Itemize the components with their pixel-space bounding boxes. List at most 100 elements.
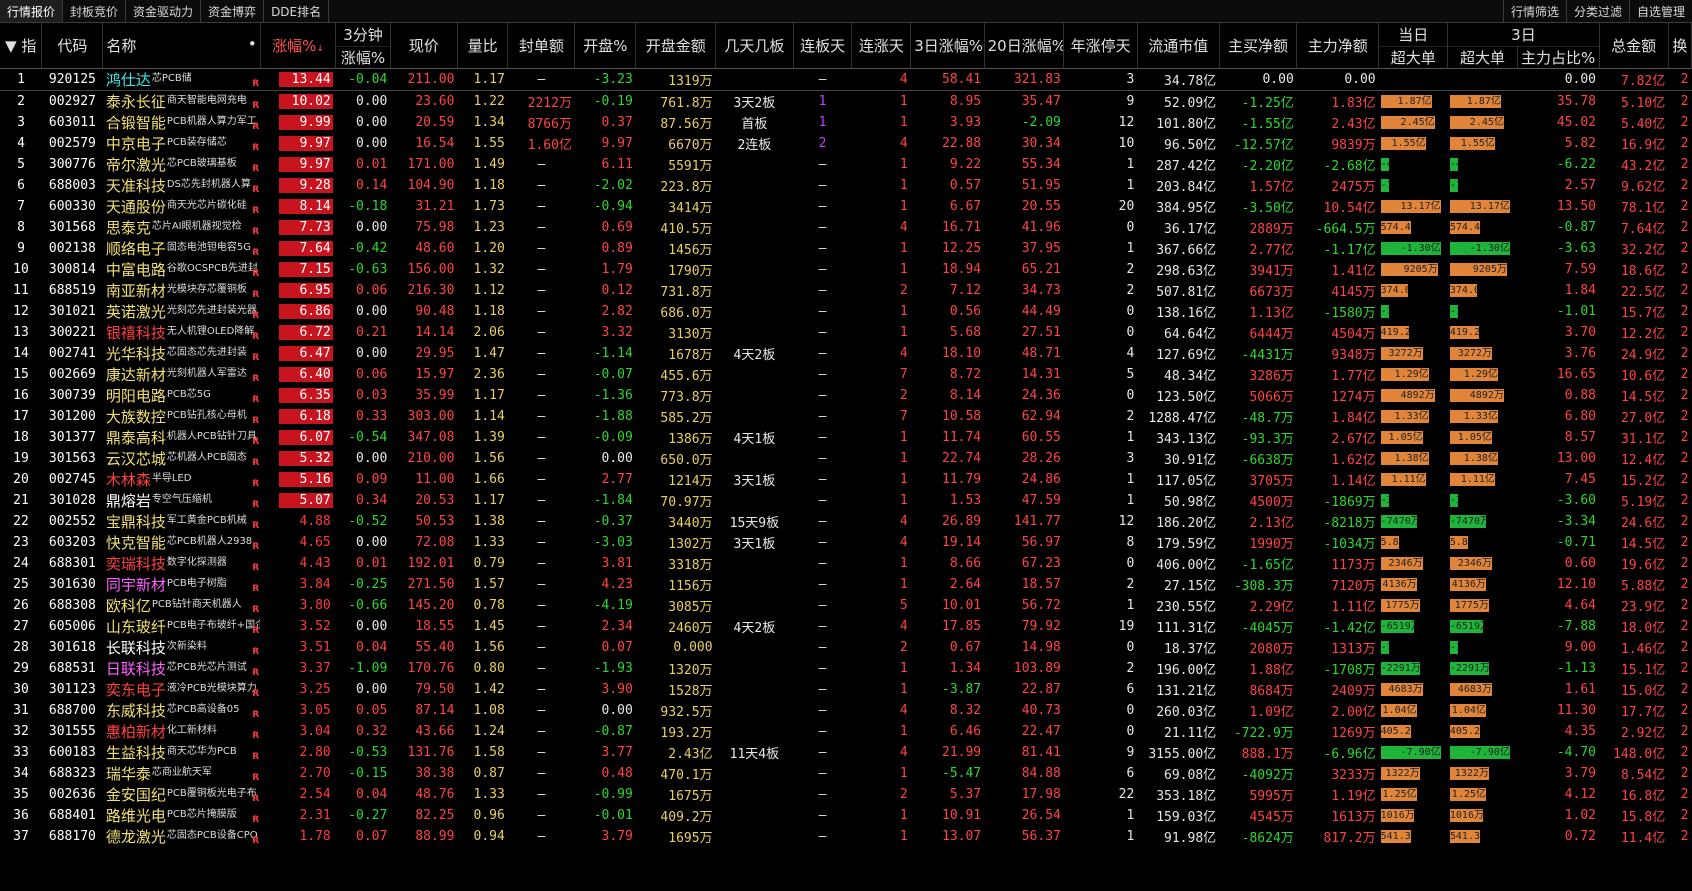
col-today-sub[interactable]: 超大单 xyxy=(1378,46,1449,69)
stock-name-cell[interactable]: 惠柏新材化工新材料 R xyxy=(103,721,260,742)
tab-3[interactable]: 资金驱动力 xyxy=(126,0,202,22)
col-name[interactable]: 名称 • xyxy=(102,23,261,69)
table-row[interactable]: 32 301555 惠柏新材化工新材料 R 3.04 0.32 43.66 1.24 – -0.8… xyxy=(0,721,1692,742)
table-row[interactable]: 30 301123 奕东电子液冷PCB光模块算力 R 3.25 0.00 79.50 1.42… xyxy=(0,679,1692,700)
table-row[interactable]: 10 300814 中富电路谷歌OCSPCB先进封 R 7.15 -0.63 156.00 1… xyxy=(0,259,1692,280)
stock-name-cell[interactable]: 快克智能芯PCB机器人2938 R xyxy=(103,532,260,553)
stock-name-cell[interactable]: 长联科技次新染料 R xyxy=(103,637,260,658)
stock-name-cell[interactable]: 中富电路谷歌OCSPCB先进封 R xyxy=(103,259,260,280)
stock-name-cell[interactable]: 中京电子PCB装存储芯 R xyxy=(103,133,260,154)
stock-name-cell[interactable]: 明阳电路PCB芯5G R xyxy=(103,385,260,406)
col-3day-sub[interactable]: 超大单 xyxy=(1447,46,1518,69)
stock-name-cell[interactable]: 顺络电子固态电池钽电容5G R xyxy=(103,238,260,259)
stock-name-cell[interactable]: 帝尔激光芯PCB玻璃基板 R xyxy=(103,154,260,175)
table-row[interactable]: 25 301630 同宇新材PCB电子树脂 R 3.84 -0.25 271.50 1.57 –… xyxy=(0,574,1692,595)
table-row[interactable]: 5 300776 帝尔激光芯PCB玻璃基板 R 9.97 0.01 171.00 1.49 – 6… xyxy=(0,154,1692,175)
col-3min-top[interactable]: 3分钟 xyxy=(335,23,391,47)
col-rise-days[interactable]: 连涨天 xyxy=(851,23,912,69)
col-total-amt[interactable]: 总金额 xyxy=(1599,23,1669,69)
table-row[interactable]: 4 002579 中京电子PCB装存储芯 R 9.97 0.00 16.54 1.55 1.60… xyxy=(0,133,1692,154)
stock-name-cell[interactable]: 日联科技芯PCB光芯片测试 R xyxy=(103,658,260,679)
col-float-cap[interactable]: 流通市值 xyxy=(1137,23,1220,69)
table-row[interactable]: 9 002138 顺络电子固态电池钽电容5G R 7.64 -0.42 48.60 1.20 –… xyxy=(0,238,1692,259)
right-tab-2[interactable]: 分类过滤 xyxy=(1565,0,1629,22)
col-turnover[interactable]: 换 xyxy=(1668,23,1692,69)
table-row[interactable]: 13 300221 银禧科技无人机锂OLED降解 R 6.72 0.21 14.14 2.06… xyxy=(0,322,1692,343)
col-chg20[interactable]: 20日涨幅% xyxy=(984,23,1065,69)
col-open-pct[interactable]: 开盘% xyxy=(574,23,637,69)
table-row[interactable]: 15 002669 康达新材光刻机器人军雷达 R 6.40 0.06 15.97 2.36 – -… xyxy=(0,364,1692,385)
stock-name-cell[interactable]: 生益科技商天芯华为PCB R xyxy=(103,742,260,763)
col-code[interactable]: 代码 xyxy=(41,23,104,69)
table-row[interactable]: 33 600183 生益科技商天芯华为PCB R 2.80 -0.53 131.76 1.58… xyxy=(0,742,1692,763)
table-row[interactable]: 16 300739 明阳电路PCB芯5G R 6.35 0.03 35.99 1.17 – -1.… xyxy=(0,385,1692,406)
stock-name-cell[interactable]: 大族数控PCB钻孔核心母机 R xyxy=(103,406,260,427)
table-row[interactable]: 23 603203 快克智能芯PCB机器人2938 R 4.65 0.00 72.08 1.3… xyxy=(0,532,1692,553)
stock-name-cell[interactable]: 南亚新材光模块存芯覆铜板 R xyxy=(103,280,260,301)
stock-name-cell[interactable]: 木林森半导LED R xyxy=(103,469,260,490)
col-year-limit[interactable]: 年涨停天 xyxy=(1063,23,1138,69)
table-row[interactable]: 27 605006 山东玻纤PCB电子布玻纤+国企改R 3.52 0.00 18.55 1.… xyxy=(0,616,1692,637)
col-change[interactable]: 涨幅%↓ xyxy=(260,23,337,69)
tab-2[interactable]: 封板竞价 xyxy=(63,0,127,22)
stock-name-cell[interactable]: 鸿仕达芯PCB储 R xyxy=(102,68,261,91)
table-row[interactable]: 7 600330 天通股份商天光芯片碳化硅 R 8.14 -0.18 31.21 1.73 – -… xyxy=(0,196,1692,217)
right-tab-3[interactable]: 自选管理 xyxy=(1628,0,1692,22)
table-row[interactable]: 34 688323 瑞华泰芯商业航天军 R 2.70 -0.15 38.38 0.87 – 0.4… xyxy=(0,763,1692,784)
table-row[interactable]: 19 301563 云汉芯城芯机器人PCB固态 R 5.32 0.00 210.00 1.56… xyxy=(0,448,1692,469)
table-row[interactable]: 14 002741 光华科技芯固态芯先进封装 R 6.47 0.00 29.95 1.47 – -… xyxy=(0,343,1692,364)
stock-name-cell[interactable]: 欧科亿PCB钻针商天机器人 R xyxy=(103,595,260,616)
table-row[interactable]: 11 688519 南亚新材光模块存芯覆铜板 R 6.95 0.06 216.30 1.12 –… xyxy=(0,280,1692,301)
table-row[interactable]: 6 688003 天准科技DS芯先封机器人算 R 9.28 0.14 104.90 1.18 –… xyxy=(0,175,1692,196)
col-price[interactable]: 现价 xyxy=(390,23,458,69)
stock-name-cell[interactable]: 合锻智能PCB机器人算力军工 R xyxy=(103,112,260,133)
tab-1[interactable]: 行情报价 xyxy=(0,0,64,22)
col-limit-days[interactable]: 连板天 xyxy=(793,23,853,69)
col-chg3[interactable]: 3日涨幅% xyxy=(910,23,985,69)
stock-name-cell[interactable]: 金安国纪PCB覆铜板光电子布 R xyxy=(103,784,260,805)
table-row[interactable]: 12 301021 英诺激光光刻芯先进封装光器 R 6.86 0.00 90.48 1.18–… xyxy=(0,301,1692,322)
stock-name-cell[interactable]: 思泰克芯片AI眼机器视觉检 R xyxy=(103,217,260,238)
table-row[interactable]: 17 301200 大族数控PCB钻孔核心母机 R 6.18 0.33 303.00 1.14… xyxy=(0,406,1692,427)
table-row[interactable]: 37 688170 德龙激光芯固态PCB设备CPO R 1.78 0.07 88.99 0.9… xyxy=(0,826,1692,847)
stock-name-cell[interactable]: 光华科技芯固态芯先进封装 R xyxy=(103,343,260,364)
col-main-buy[interactable]: 主买净额 xyxy=(1219,23,1298,69)
stock-name-cell[interactable]: 奕东电子液冷PCB光模块算力 R xyxy=(103,679,260,700)
table-row[interactable]: 28 301618 长联科技次新染料 R 3.51 0.04 55.40 1.56 – 0.07 0… xyxy=(0,637,1692,658)
table-row[interactable]: 24 688301 奕瑞科技数字化探测器 R 4.43 0.01 192.01 0.79 – 3.… xyxy=(0,553,1692,574)
stock-name-cell[interactable]: 路维光电PCB芯片掩膜版 R xyxy=(103,805,260,826)
stock-name-cell[interactable]: 泰永长征商天智能电网充电 R xyxy=(103,91,260,113)
col-vol-ratio[interactable]: 量比 xyxy=(457,23,509,69)
stock-name-cell[interactable]: 英诺激光光刻芯先进封装光器 R xyxy=(103,301,260,322)
right-tab-1[interactable]: 行情筛选 xyxy=(1502,0,1566,22)
stock-name-cell[interactable]: 银禧科技无人机锂OLED降解 R xyxy=(103,322,260,343)
col-main-net[interactable]: 主力净额 xyxy=(1296,23,1380,69)
stock-name-cell[interactable]: 奕瑞科技数字化探测器 R xyxy=(103,553,260,574)
stock-name-cell[interactable]: 天准科技DS芯先封机器人算 R xyxy=(103,175,260,196)
table-row[interactable]: 2 002927 泰永长征商天智能电网充电 R 10.02 0.00 23.60 1.22 22… xyxy=(0,91,1692,113)
stock-name-cell[interactable]: 鼎泰高科机器人PCB钻针刀具 R xyxy=(103,427,260,448)
table-row[interactable]: 29 688531 日联科技芯PCB光芯片测试 R 3.37 -1.09 170.76 0.8… xyxy=(0,658,1692,679)
table-row[interactable]: 36 688401 路维光电PCB芯片掩膜版 R 2.31 -0.27 82.25 0.96 –… xyxy=(0,805,1692,826)
table-row[interactable]: 21 301028 鼎熔岩专空气压缩机 R 5.07 0.34 20.53 1.17– -1.8… xyxy=(0,490,1692,511)
col-days-boards[interactable]: 几天几板 xyxy=(715,23,794,69)
stock-name-cell[interactable]: 东威科技芯PCB高设备05 R xyxy=(103,700,260,721)
stock-name-cell[interactable]: 同宇新材PCB电子树脂 R xyxy=(103,574,260,595)
stock-name-cell[interactable]: 山东玻纤PCB电子布玻纤+国企改R xyxy=(103,616,260,637)
table-row[interactable]: 31 688700 东威科技芯PCB高设备05 R 3.05 0.05 87.14 1.08 –… xyxy=(0,700,1692,721)
table-row[interactable]: 18 301377 鼎泰高科机器人PCB钻针刀具 R 6.07 -0.54 347.08 1.… xyxy=(0,427,1692,448)
table-row[interactable]: 1 920125 鸿仕达芯PCB储 R 13.44 -0.04 211.00 1.17– -3.… xyxy=(0,68,1692,91)
stock-name-cell[interactable]: 宝鼎科技军工黄金PCB机械 R xyxy=(103,511,260,532)
stock-name-cell[interactable]: 瑞华泰芯商业航天军 R xyxy=(103,763,260,784)
col-3day-ratio[interactable]: 主力占比% xyxy=(1517,46,1600,69)
tab-4[interactable]: 资金博弈 xyxy=(201,0,265,22)
col-3day-top[interactable]: 3日 xyxy=(1447,23,1600,47)
table-row[interactable]: 8 301568 思泰克芯片AI眼机器视觉检 R 7.73 0.00 75.98 1.23 – 0… xyxy=(0,217,1692,238)
col-index[interactable]: ▼ 指 xyxy=(0,23,43,69)
table-row[interactable]: 3 603011 合锻智能PCB机器人算力军工 R 9.99 0.00 20.59 1.34 8… xyxy=(0,112,1692,133)
col-3min-bottom[interactable]: 涨幅% xyxy=(335,46,391,69)
stock-name-cell[interactable]: 康达新材光刻机器人军雷达 R xyxy=(103,364,260,385)
stock-name-cell[interactable]: 鼎熔岩专空气压缩机 R xyxy=(103,490,260,511)
stock-name-cell[interactable]: 天通股份商天光芯片碳化硅 R xyxy=(103,196,260,217)
stock-name-cell[interactable]: 德龙激光芯固态PCB设备CPO R xyxy=(103,826,260,847)
